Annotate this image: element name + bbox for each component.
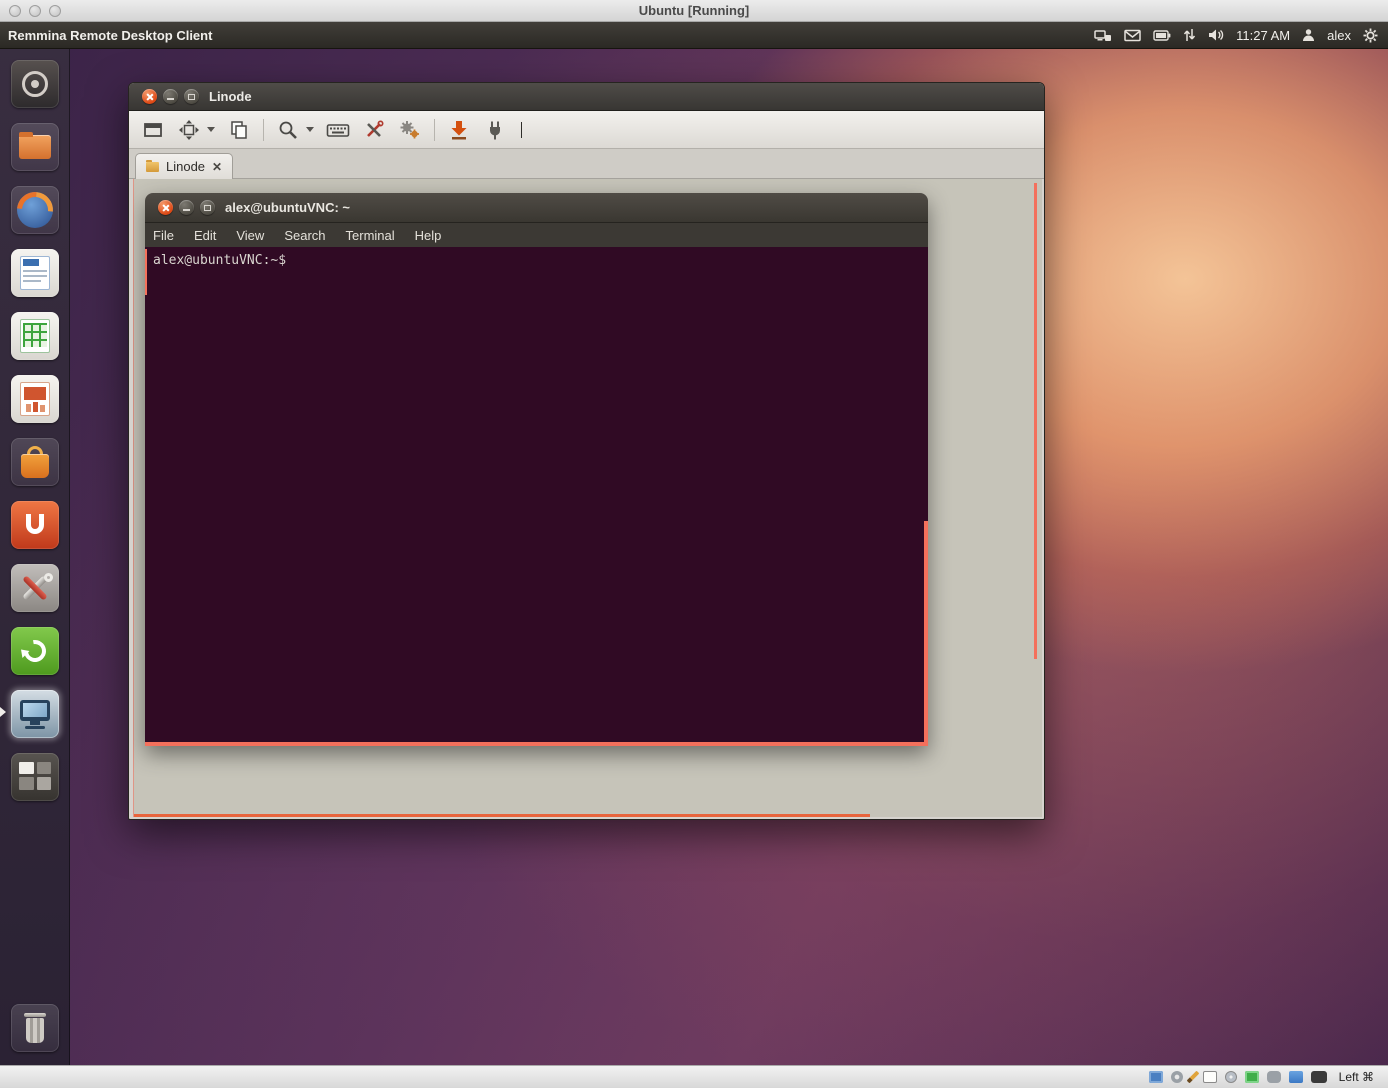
host-key-icon bbox=[1311, 1071, 1327, 1083]
terminal-artifact-left bbox=[145, 249, 147, 295]
text-caret bbox=[521, 122, 522, 138]
remmina-titlebar[interactable]: Linode bbox=[129, 83, 1044, 111]
panel-indicators: 11:27 AM alex bbox=[1094, 28, 1378, 43]
gears-icon[interactable] bbox=[398, 118, 422, 142]
terminal-titlebar[interactable]: alex@ubuntuVNC: ~ bbox=[145, 193, 928, 223]
launcher-item-system-settings[interactable] bbox=[11, 564, 59, 612]
launcher-item-trash[interactable] bbox=[11, 1004, 59, 1052]
vm-optical-icon[interactable] bbox=[1225, 1071, 1237, 1083]
vnc-artifact-left bbox=[133, 179, 134, 817]
user-icon[interactable] bbox=[1302, 28, 1315, 42]
launcher-item-ubuntu-one[interactable] bbox=[11, 501, 59, 549]
toolbar-separator bbox=[434, 119, 435, 141]
running-indicator-arrow bbox=[0, 707, 6, 717]
virtualbox-window: Ubuntu [Running] Remmina Remote Desktop … bbox=[0, 0, 1388, 1088]
launcher-item-firefox[interactable] bbox=[11, 186, 59, 234]
vm-shared-folders-icon[interactable] bbox=[1289, 1071, 1303, 1083]
terminal-title: alex@ubuntuVNC: ~ bbox=[225, 200, 350, 215]
scaled-mode-dropdown-icon[interactable] bbox=[207, 127, 215, 132]
keyboard-icon[interactable] bbox=[326, 118, 350, 142]
vm-usb-icon[interactable] bbox=[1267, 1071, 1281, 1083]
vnc-artifact-right bbox=[1034, 183, 1037, 659]
session-username[interactable]: alex bbox=[1327, 28, 1351, 43]
zoom-dropdown-icon[interactable] bbox=[306, 127, 314, 132]
active-app-title: Remmina Remote Desktop Client bbox=[8, 28, 212, 43]
terminal-minimize-button[interactable] bbox=[179, 200, 194, 215]
toolbar-separator bbox=[263, 119, 264, 141]
fullscreen-arrows-icon[interactable] bbox=[177, 118, 201, 142]
terminal-prompt: alex@ubuntuVNC:~$ bbox=[153, 253, 286, 268]
vm-display-icon[interactable] bbox=[1149, 1071, 1163, 1083]
battery-icon[interactable] bbox=[1153, 30, 1171, 41]
duplicate-connection-icon[interactable] bbox=[227, 118, 251, 142]
resize-window-icon[interactable] bbox=[141, 118, 165, 142]
launcher-item-libreoffice-calc[interactable] bbox=[11, 312, 59, 360]
launcher-item-window-spread[interactable] bbox=[11, 753, 59, 801]
menu-help[interactable]: Help bbox=[415, 228, 442, 243]
remmina-tabbar: Linode ✕ bbox=[129, 149, 1044, 179]
tab-label: Linode bbox=[166, 159, 205, 174]
download-arrow-icon[interactable] bbox=[447, 118, 471, 142]
vm-network-icon[interactable] bbox=[1245, 1071, 1259, 1083]
volume-icon[interactable] bbox=[1208, 28, 1224, 42]
magnifier-icon[interactable] bbox=[276, 118, 300, 142]
terminal-window: alex@ubuntuVNC: ~ File Edit View Search … bbox=[145, 193, 928, 746]
launcher-item-libreoffice-impress[interactable] bbox=[11, 375, 59, 423]
terminal-artifact-bottom bbox=[145, 742, 928, 746]
ubuntu-one-icon bbox=[26, 514, 44, 534]
launcher-item-libreoffice-writer[interactable] bbox=[11, 249, 59, 297]
window-grid-icon bbox=[19, 762, 34, 774]
menu-view[interactable]: View bbox=[236, 228, 264, 243]
menu-edit[interactable]: Edit bbox=[194, 228, 216, 243]
session-gear-icon[interactable] bbox=[1363, 28, 1378, 43]
remmina-toolbar bbox=[129, 111, 1044, 149]
terminal-menubar: File Edit View Search Terminal Help bbox=[145, 223, 928, 247]
tab-close-icon[interactable]: ✕ bbox=[212, 161, 222, 173]
vm-shared-clipboard-icon[interactable] bbox=[1203, 1071, 1217, 1083]
remmina-window-title: Linode bbox=[209, 89, 252, 104]
vm-hdd-icon[interactable] bbox=[1171, 1071, 1183, 1083]
remmina-close-button[interactable] bbox=[142, 89, 157, 104]
host-window-title: Ubuntu [Running] bbox=[0, 3, 1388, 18]
terminal-artifact-right bbox=[924, 521, 928, 746]
remmina-minimize-button[interactable] bbox=[163, 89, 178, 104]
launcher-item-files[interactable] bbox=[11, 123, 59, 171]
wrench-screwdriver-icon[interactable] bbox=[362, 118, 386, 142]
network-icon[interactable] bbox=[1094, 28, 1112, 43]
launcher-item-software-updater[interactable] bbox=[11, 627, 59, 675]
menu-search[interactable]: Search bbox=[284, 228, 325, 243]
terminal-maximize-button[interactable] bbox=[200, 200, 215, 215]
trash-icon bbox=[24, 1013, 46, 1017]
terminal-close-button[interactable] bbox=[158, 200, 173, 215]
folder-icon bbox=[19, 135, 51, 159]
ubuntu-top-panel: Remmina Remote Desktop Client 11:27 AM a… bbox=[0, 22, 1388, 49]
launcher-item-software-center[interactable] bbox=[11, 438, 59, 486]
connection-icon bbox=[146, 162, 159, 172]
unity-launcher bbox=[0, 49, 70, 1065]
remmina-maximize-button[interactable] bbox=[184, 89, 199, 104]
sync-arrows-icon[interactable] bbox=[1183, 28, 1196, 42]
menu-terminal[interactable]: Terminal bbox=[346, 228, 395, 243]
clock[interactable]: 11:27 AM bbox=[1236, 28, 1290, 43]
vnc-artifact-bottom bbox=[134, 814, 870, 817]
vnc-viewport[interactable]: alex@ubuntuVNC: ~ File Edit View Search … bbox=[133, 179, 1042, 817]
menu-file[interactable]: File bbox=[153, 228, 174, 243]
vbox-statusbar: Left ⌘ bbox=[0, 1065, 1388, 1088]
terminal-body[interactable]: alex@ubuntuVNC:~$ bbox=[145, 247, 928, 746]
mail-icon[interactable] bbox=[1124, 29, 1141, 42]
host-key-label: Left ⌘ bbox=[1339, 1070, 1374, 1084]
tab-linode[interactable]: Linode ✕ bbox=[135, 153, 233, 179]
remmina-window: Linode Linode ✕ bbox=[128, 82, 1045, 820]
host-titlebar[interactable]: Ubuntu [Running] bbox=[0, 0, 1388, 22]
launcher-item-remmina[interactable] bbox=[11, 690, 59, 738]
launcher-item-dash[interactable] bbox=[11, 60, 59, 108]
plug-disconnect-icon[interactable] bbox=[483, 118, 507, 142]
vm-recording-pencil-icon[interactable] bbox=[1186, 1071, 1199, 1084]
